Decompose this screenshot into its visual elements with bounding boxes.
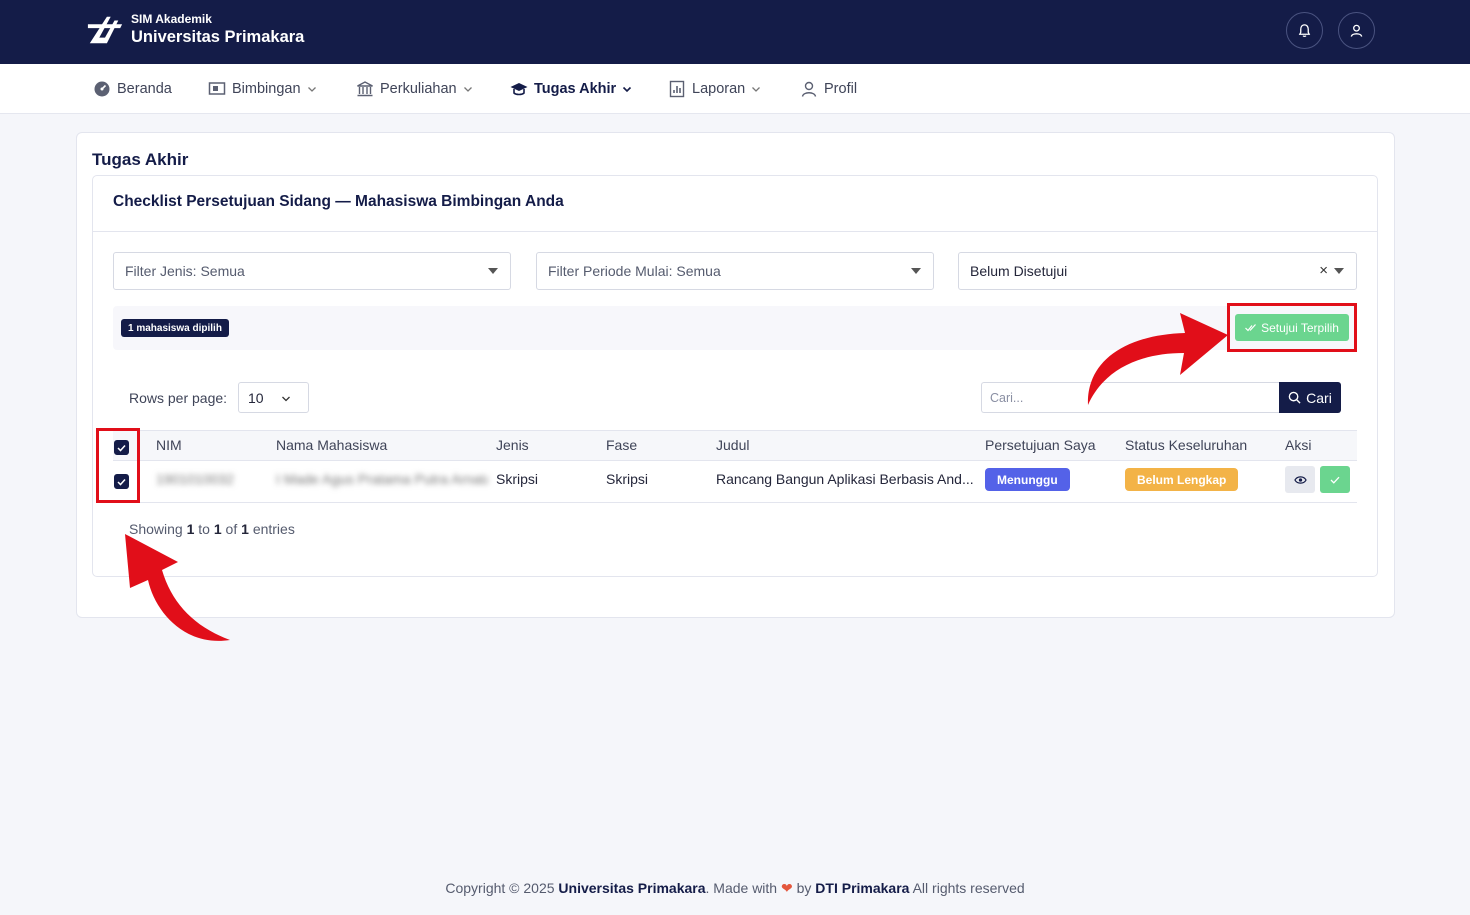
column-header-status: Status Keseluruhan	[1125, 437, 1248, 453]
graduation-cap-icon	[510, 80, 528, 98]
nav-label: Beranda	[117, 80, 172, 97]
nav-label: Tugas Akhir	[534, 80, 617, 97]
chevron-down-icon	[751, 84, 761, 94]
brand-subtitle: SIM Akademik	[131, 12, 212, 26]
search-button[interactable]: Cari	[1279, 382, 1341, 413]
footer-org: Universitas Primakara	[558, 880, 706, 896]
filter-status-select[interactable]: Belum Disetujui ×	[958, 252, 1357, 290]
notification-button[interactable]	[1286, 12, 1323, 49]
column-header-aksi: Aksi	[1285, 437, 1312, 453]
gauge-icon	[93, 80, 111, 98]
nav-perkuliahan[interactable]: Perkuliahan	[356, 64, 473, 113]
primakara-logo-icon	[87, 16, 123, 44]
bell-icon	[1298, 24, 1311, 38]
rows-per-page-select[interactable]: 10	[238, 382, 309, 413]
chevron-down-icon	[307, 84, 317, 94]
page-title: Tugas Akhir	[92, 150, 189, 169]
cell-nama: I Made Agus Pratama Putra Arnata	[276, 471, 488, 487]
footer-by: by	[796, 880, 812, 896]
nav-laporan[interactable]: Laporan	[668, 64, 761, 113]
search-button-label: Cari	[1306, 389, 1332, 406]
nav-label: Profil	[824, 80, 858, 97]
cell-fase: Skripsi	[606, 471, 649, 487]
view-button[interactable]	[1285, 466, 1315, 493]
showing-suffix: entries	[252, 521, 295, 537]
annotation-arrow-icon	[1087, 313, 1228, 405]
footer-made-with: . Made with	[705, 880, 778, 896]
filter-periode-value: Filter Periode Mulai: Semua	[548, 263, 721, 279]
user-menu-button[interactable]	[1338, 12, 1375, 49]
board-icon	[208, 80, 226, 98]
building-icon	[356, 80, 374, 98]
caret-down-icon	[1334, 268, 1344, 274]
user-icon	[1350, 24, 1363, 37]
highlight-box-approve	[1227, 303, 1357, 352]
user-icon	[800, 80, 818, 98]
column-header-fase: Fase	[606, 437, 638, 453]
report-icon	[668, 80, 686, 98]
card-title: Checklist Persetujuan Sidang — Mahasiswa…	[113, 193, 564, 210]
selected-count-badge: 1 mahasiswa dipilih	[121, 319, 229, 337]
chevron-down-icon	[622, 84, 632, 94]
footer: Copyright © 2025 Universitas Primakara. …	[0, 880, 1470, 897]
column-header-nim: NIM	[156, 437, 182, 453]
search-icon	[1288, 391, 1301, 404]
footer-copyright: Copyright © 2025	[445, 880, 555, 896]
showing-total: 1	[241, 521, 249, 537]
caret-down-icon	[911, 268, 921, 274]
footer-rights: All rights reserved	[912, 880, 1025, 896]
column-header-judul: Judul	[716, 437, 750, 453]
filter-status-value: Belum Disetujui	[970, 263, 1068, 279]
cell-nim: 1901010032	[156, 471, 234, 487]
chevron-down-icon	[282, 396, 290, 402]
nav-beranda[interactable]: Beranda	[93, 64, 172, 113]
annotation-arrow-icon	[125, 534, 230, 641]
nav-tugas-akhir[interactable]: Tugas Akhir	[510, 64, 632, 113]
cell-jenis: Skripsi	[496, 471, 539, 487]
brand-title: Universitas Primakara	[131, 28, 305, 46]
cell-judul: Rancang Bangun Aplikasi Berbasis And...	[716, 471, 974, 487]
filter-periode-select[interactable]: Filter Periode Mulai: Semua	[536, 252, 934, 290]
rows-per-page-label: Rows per page:	[129, 390, 228, 406]
approval-status-badge: Menunggu	[985, 468, 1070, 491]
filter-jenis-select[interactable]: Filter Jenis: Semua	[113, 252, 511, 290]
highlight-box-checkboxes	[96, 428, 140, 503]
column-header-jenis: Jenis	[496, 437, 529, 453]
nav-label: Perkuliahan	[380, 80, 457, 97]
filter-jenis-value: Filter Jenis: Semua	[125, 263, 245, 279]
caret-down-icon	[488, 268, 498, 274]
rows-per-page-value: 10	[248, 389, 264, 406]
clear-icon[interactable]: ×	[1319, 262, 1328, 279]
column-header-nama: Nama Mahasiswa	[276, 437, 388, 453]
nav-label: Laporan	[692, 80, 746, 97]
heart-icon: ❤	[780, 880, 793, 896]
eye-icon	[1293, 475, 1307, 484]
chevron-down-icon	[463, 84, 473, 94]
check-icon	[1330, 476, 1340, 484]
nav-profil[interactable]: Profil	[800, 64, 857, 113]
column-header-persetujuan: Persetujuan Saya	[985, 437, 1096, 453]
overall-status-badge: Belum Lengkap	[1125, 468, 1239, 491]
nav-bimbingan[interactable]: Bimbingan	[208, 64, 317, 113]
footer-team: DTI Primakara	[815, 880, 910, 896]
nav-label: Bimbingan	[232, 80, 301, 97]
approve-row-button[interactable]	[1320, 466, 1350, 493]
